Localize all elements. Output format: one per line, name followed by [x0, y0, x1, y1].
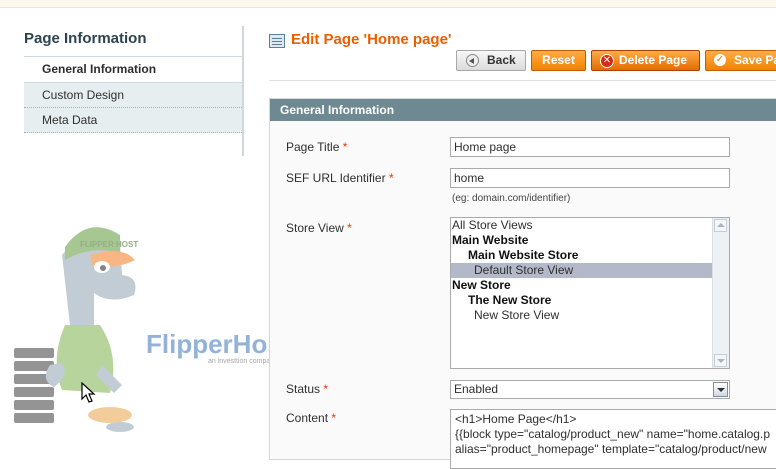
- tagline-text: an investtion company: [208, 358, 278, 365]
- store-view-multiselect[interactable]: All Store Views Main Website Main Websit…: [450, 217, 730, 369]
- back-arrow-icon: [466, 54, 479, 67]
- store-view-label: Store View *: [286, 221, 352, 235]
- page-title-label: Page Title *: [286, 140, 348, 154]
- scroll-down-icon[interactable]: [714, 354, 727, 367]
- general-information-fieldset: General Information Page Title * SEF URL…: [269, 98, 776, 469]
- back-button[interactable]: Back: [456, 50, 526, 71]
- page-title-input[interactable]: [450, 137, 730, 157]
- back-button-label: Back: [487, 53, 516, 67]
- flipperhost-watermark: FLIPPER HOST FlipperHost an investtion c…: [14, 227, 291, 432]
- store-option: Main Website: [452, 233, 529, 247]
- content-textarea[interactable]: <h1>Home Page</h1> {{block type="catalog/…: [450, 409, 776, 469]
- tab-meta-data[interactable]: Meta Data: [24, 108, 244, 133]
- content-line: {{block type="catalog/product_new" name=…: [455, 427, 770, 441]
- status-select[interactable]: Enabled: [450, 380, 730, 399]
- status-selected-value: Enabled: [454, 382, 499, 396]
- store-view-scrollbar[interactable]: [712, 218, 729, 368]
- identifier-note: (eg: domain.com/identifier): [452, 193, 571, 204]
- delete-page-button[interactable]: ✕ Delete Page: [591, 50, 700, 71]
- top-strip: [0, 0, 776, 8]
- page-title: Edit Page 'Home page': [291, 31, 452, 48]
- content-label: Content *: [286, 411, 337, 425]
- checkmark-icon: ✓: [714, 54, 726, 66]
- sidebar-title: Page Information: [24, 26, 244, 57]
- identifier-input[interactable]: [450, 168, 730, 188]
- cap-text: FLIPPER HOST: [80, 240, 138, 249]
- save-page-button[interactable]: ✓ Save Page: [705, 50, 776, 71]
- tab-custom-design[interactable]: Custom Design: [24, 83, 244, 108]
- section-header: General Information: [270, 99, 776, 121]
- reset-button[interactable]: Reset: [531, 50, 586, 71]
- page-edit-icon: [269, 34, 285, 48]
- store-option-selected[interactable]: Default Store View: [451, 263, 712, 278]
- chevron-down-icon[interactable]: [713, 382, 728, 397]
- store-option[interactable]: New Store View: [451, 308, 729, 323]
- sidebar-divider: [242, 26, 244, 156]
- mouse-pointer-icon: [81, 382, 96, 403]
- reset-button-label: Reset: [542, 53, 575, 67]
- store-option: New Store: [452, 278, 511, 292]
- status-label: Status *: [286, 382, 329, 396]
- save-button-label: Save Page: [734, 53, 776, 67]
- server-stack-icon: [14, 348, 54, 423]
- tab-general-information[interactable]: General Information: [24, 57, 244, 83]
- scroll-up-icon[interactable]: [714, 219, 727, 232]
- store-option[interactable]: All Store Views: [451, 218, 729, 233]
- delete-icon: ✕: [600, 54, 614, 68]
- content-line: <h1>Home Page</h1>: [455, 412, 577, 426]
- sidebar: Page Information General Information Cus…: [24, 26, 244, 133]
- delete-button-label: Delete Page: [619, 53, 688, 67]
- sidebar-tabs: General Information Custom Design Meta D…: [24, 57, 244, 133]
- header-divider: [269, 80, 776, 81]
- store-option: Main Website Store: [468, 248, 579, 262]
- store-option: The New Store: [468, 293, 552, 307]
- identifier-label: SEF URL Identifier *: [286, 171, 394, 185]
